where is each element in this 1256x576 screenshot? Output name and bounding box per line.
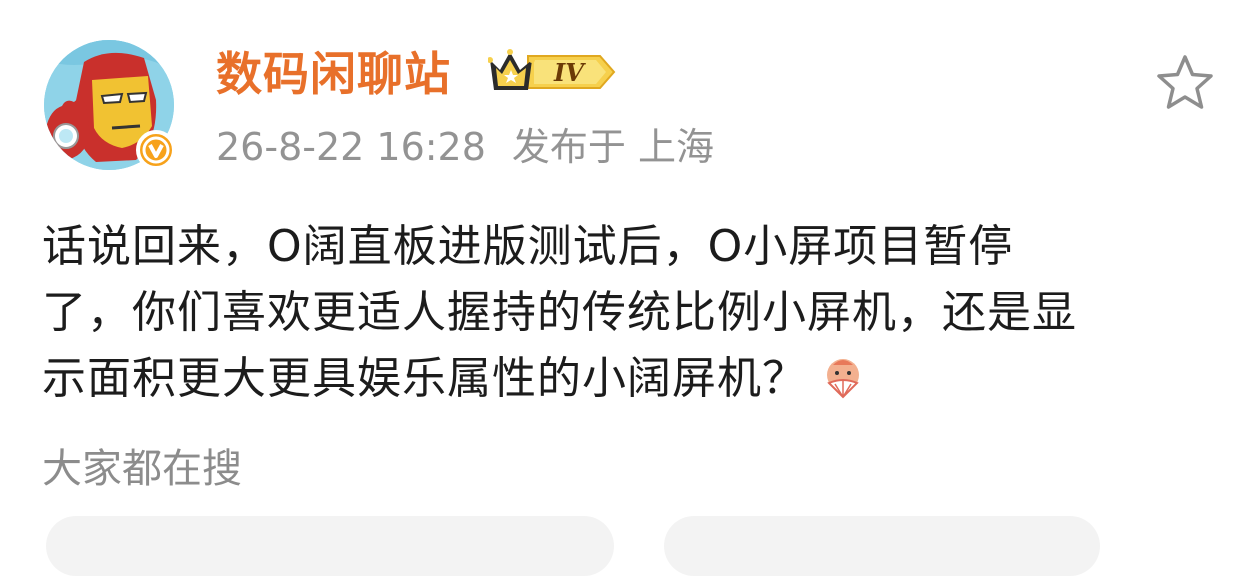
post-meta: 26-8-22 16:28 发布于 上海	[216, 124, 714, 170]
post-content-line-last: 示面积更大更具娱乐属性的小阔屏机？	[42, 346, 1222, 412]
avatar[interactable]	[44, 40, 176, 170]
post-time: 26-8-22 16:28	[216, 125, 486, 169]
post-content-line-text: 示面积更大更具娱乐属性的小阔屏机？	[42, 353, 807, 404]
post-content: 话说回来，O阔直板进版测试后，O小屏项目暂停 了，你们喜欢更适人握持的传统比例小…	[42, 214, 1222, 412]
favorite-button[interactable]	[1154, 52, 1216, 114]
post-content-line: 话说回来，O阔直板进版测试后，O小屏项目暂停	[42, 221, 1014, 272]
hot-search-label: 大家都在搜	[42, 446, 242, 492]
star-outline-icon	[1157, 55, 1213, 109]
crown-level-icon: IV	[487, 49, 616, 90]
verified-v-icon	[142, 136, 170, 164]
emoji-sticker-icon	[819, 353, 867, 401]
weibo-post: 数码闲聊站 IV 26-8-22 16:28 发布于 上海 话说回来，O阔直板进版…	[0, 0, 1256, 576]
hot-search-chip[interactable]	[46, 516, 614, 576]
hot-search-chip[interactable]	[664, 516, 1100, 576]
username[interactable]: 数码闲聊站	[216, 46, 451, 102]
vip-level-text: IV	[553, 58, 586, 87]
fan-emoji-icon	[827, 359, 859, 399]
post-content-line: 了，你们喜欢更适人握持的传统比例小屏机，还是显	[42, 287, 1077, 338]
verified-badge	[136, 130, 176, 170]
post-location: 发布于 上海	[511, 125, 714, 169]
vip-level-badge[interactable]: IV	[487, 46, 618, 98]
